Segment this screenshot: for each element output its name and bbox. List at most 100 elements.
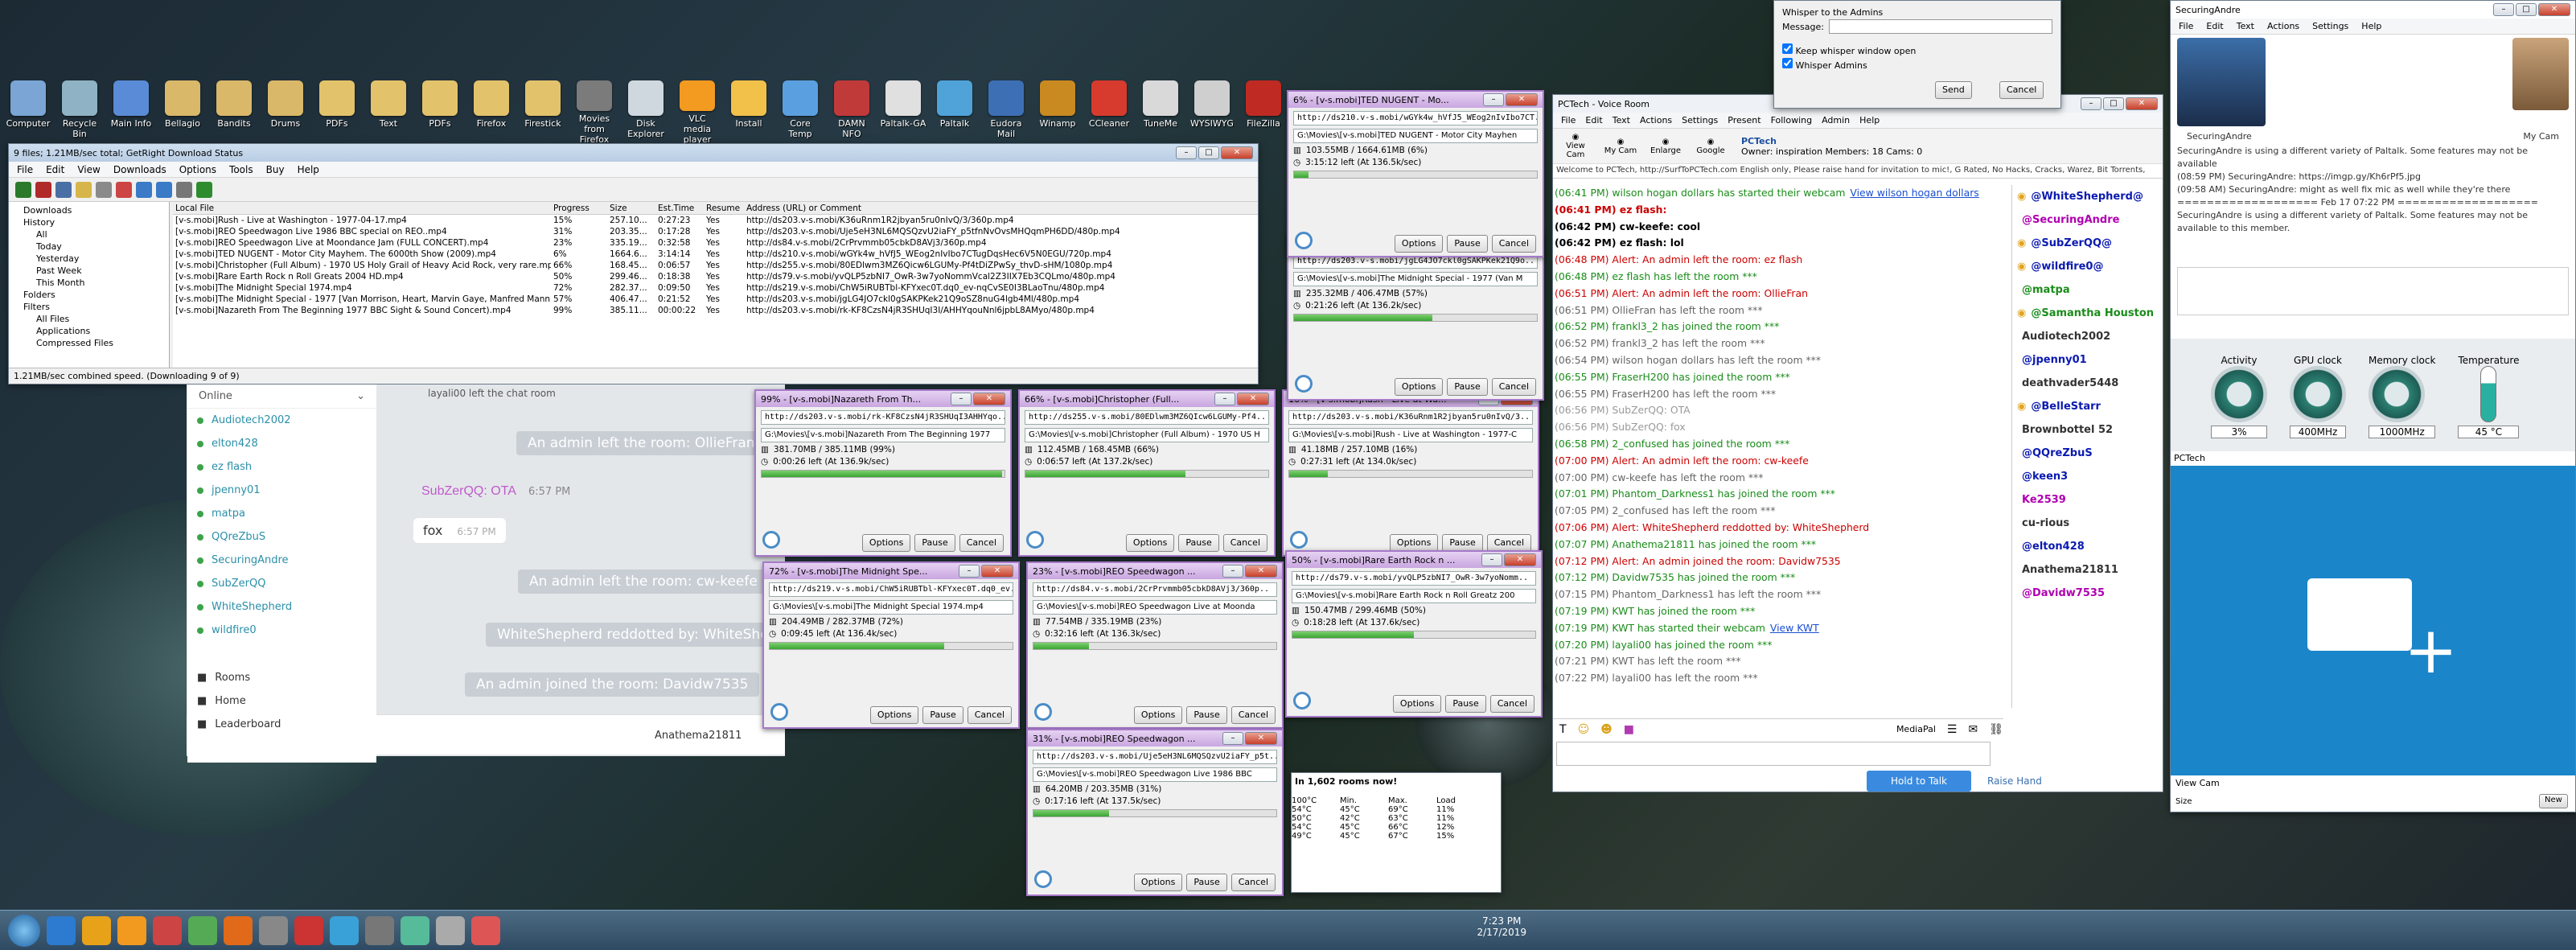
taskbar-app-icon[interactable] xyxy=(365,915,394,945)
maximize-button[interactable]: □ xyxy=(1198,146,1219,159)
pause-button[interactable]: Pause xyxy=(1445,695,1486,713)
minimize-button[interactable]: – xyxy=(951,393,972,405)
room-user[interactable]: Audiotech2002 xyxy=(2012,325,2163,348)
taskbar-app-icon[interactable] xyxy=(153,915,182,945)
room-user[interactable]: deathvader5448 xyxy=(2012,372,2163,395)
desktop-icon[interactable]: Winamp xyxy=(1034,80,1081,145)
column-header[interactable]: Est.Time xyxy=(655,204,704,213)
table-row[interactable]: [v-s.mobi]REO Speedwagon Live at Moondan… xyxy=(173,237,1258,249)
menu-item[interactable]: Actions xyxy=(2267,21,2299,31)
desktop-icon[interactable]: Movies from Firefox xyxy=(571,80,618,145)
users-icon[interactable]: ☰ xyxy=(1947,723,1958,736)
table-row[interactable]: [v-s.mobi]Nazareth From The Beginning 19… xyxy=(173,305,1258,316)
tree-item[interactable]: All Files xyxy=(12,314,166,326)
online-user[interactable]: SubZerQQ xyxy=(187,572,376,595)
options-button[interactable]: Options xyxy=(1133,706,1183,724)
link-icon[interactable]: ⛓ xyxy=(1989,723,2003,736)
online-user[interactable]: QQreZbuS xyxy=(187,525,376,549)
close-button[interactable]: ✕ xyxy=(1504,553,1536,566)
menu-item[interactable]: File xyxy=(1561,115,1576,125)
table-row[interactable]: [v-s.mobi]The Midnight Special 1974.mp4 7… xyxy=(173,282,1258,294)
stop-icon[interactable] xyxy=(35,181,51,198)
pause-button[interactable]: Pause xyxy=(1186,874,1227,891)
room-user[interactable]: ◉ @Samantha Houston xyxy=(2012,302,2163,325)
pause-button[interactable]: Pause xyxy=(922,706,963,724)
desktop-icon[interactable]: PDFs xyxy=(417,80,463,145)
taskbar-app-icon[interactable] xyxy=(471,915,500,945)
room-user[interactable]: ◉ @SubZerQQ@ xyxy=(2012,232,2163,255)
view-cam-link[interactable]: View KWT xyxy=(1770,622,1819,634)
table-row[interactable]: [v-s.mobi]TED NUGENT - Motor City Mayhem… xyxy=(173,249,1258,260)
column-header[interactable]: Local File xyxy=(173,204,551,213)
desktop-icon[interactable]: VLC media player xyxy=(674,80,721,145)
close-button[interactable]: ✕ xyxy=(973,393,1005,405)
table-row[interactable]: [v-s.mobi]Christopher (Full Album) - 197… xyxy=(173,260,1258,271)
desktop-icon[interactable]: Firefox xyxy=(468,80,515,145)
buy-icon[interactable] xyxy=(196,181,212,198)
desktop-icon[interactable]: Core Temp xyxy=(777,80,824,145)
close-button[interactable]: ✕ xyxy=(2126,97,2158,110)
room-user[interactable]: Anathema21811 xyxy=(2012,558,2163,582)
room-user[interactable]: Ke2539 xyxy=(2012,488,2163,512)
minimize-button[interactable]: – xyxy=(1222,732,1243,745)
mail-icon[interactable]: ✉ xyxy=(1968,723,1978,736)
desktop-icon[interactable]: FileZilla xyxy=(1240,80,1287,145)
desktop-icon[interactable]: Recycle Bin xyxy=(56,80,103,145)
pause-button[interactable]: Pause xyxy=(1442,534,1483,552)
pause-icon[interactable] xyxy=(55,181,72,198)
toolbar-button[interactable]: ◉ Enlarge xyxy=(1646,138,1685,155)
room-user[interactable]: ◉ @wildfire0@ xyxy=(2012,255,2163,278)
taskbar-app-icon[interactable] xyxy=(188,915,217,945)
tree-item[interactable]: Applications xyxy=(12,326,166,338)
cancel-button[interactable]: Cancel xyxy=(1489,695,1535,713)
nav-item[interactable]: ■ Rooms xyxy=(187,666,376,689)
online-user[interactable]: WhiteShepherd xyxy=(187,595,376,619)
tree-item[interactable]: History xyxy=(12,217,166,229)
chevron-down-icon[interactable]: ⌄ xyxy=(356,390,365,402)
whisper-admins-checkbox[interactable] xyxy=(1782,58,1793,68)
settings-icon[interactable] xyxy=(96,181,112,198)
desktop-icon[interactable]: Computer xyxy=(5,80,51,145)
gift-icon[interactable]: ■ xyxy=(1624,723,1634,736)
close-button[interactable]: ✕ xyxy=(1245,732,1277,745)
cancel-button[interactable]: Cancel xyxy=(1222,534,1267,552)
menu-item[interactable]: Settings xyxy=(2312,21,2348,31)
options-button[interactable]: Options xyxy=(1394,378,1444,396)
menu-item[interactable]: File xyxy=(2179,21,2193,31)
tree-item[interactable]: Compressed Files xyxy=(12,338,166,350)
minimize-button[interactable]: – xyxy=(959,565,980,578)
room-user[interactable]: @SecuringAndre xyxy=(2012,208,2163,232)
online-user[interactable]: Audiotech2002 xyxy=(187,409,376,432)
pause-button[interactable]: Pause xyxy=(1186,706,1227,724)
start-icon[interactable] xyxy=(15,181,31,198)
desktop-icon[interactable]: DAMN NFO xyxy=(828,80,875,145)
desktop-icon[interactable]: Paltalk-GA xyxy=(880,80,926,145)
desktop-icon[interactable]: Main Info xyxy=(108,80,154,145)
online-user[interactable]: wildfire0 xyxy=(187,619,376,642)
menu-item[interactable]: Buy xyxy=(266,164,285,175)
tree-item[interactable]: Folders xyxy=(12,290,166,302)
desktop-icon[interactable]: PDFs xyxy=(314,80,360,145)
room-user[interactable]: @jpenny01 xyxy=(2012,348,2163,372)
cancel-button[interactable]: Cancel xyxy=(1491,235,1536,253)
minimize-button[interactable]: – xyxy=(1222,565,1243,578)
nav-item[interactable]: ■ Home xyxy=(187,689,376,713)
maximize-button[interactable]: □ xyxy=(2103,97,2124,110)
toolbar-button[interactable]: ◉ My Cam xyxy=(1601,138,1640,155)
column-header[interactable]: Progress xyxy=(551,204,607,213)
delete-icon[interactable] xyxy=(116,181,132,198)
private-chat-input[interactable] xyxy=(2177,267,2569,315)
desktop-icon[interactable]: Paltalk xyxy=(931,80,978,145)
toolbar-button[interactable]: ◉ View Cam xyxy=(1556,133,1595,159)
desktop-icon[interactable]: Bandits xyxy=(211,80,257,145)
room-user[interactable]: ◉ @BelleStarr xyxy=(2012,395,2163,418)
minimize-button[interactable]: – xyxy=(2493,3,2514,16)
options-button[interactable]: Options xyxy=(1125,534,1175,552)
close-button[interactable]: ✕ xyxy=(1221,146,1253,159)
options-button[interactable]: Options xyxy=(1394,235,1444,253)
whisper-message-input[interactable] xyxy=(1828,19,2052,34)
menu-item[interactable]: Help xyxy=(2361,21,2381,31)
text-format-icon[interactable]: T xyxy=(1559,723,1567,736)
toolbar-button[interactable]: ◉ Google xyxy=(1691,138,1730,155)
view-cam-link[interactable]: View wilson hogan dollars xyxy=(1850,187,1978,199)
